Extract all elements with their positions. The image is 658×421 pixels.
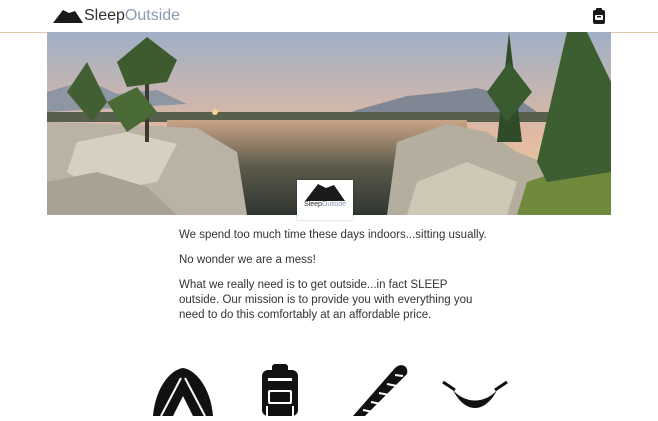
intro-paragraph: No wonder we are a mess! [179,254,316,266]
tent-logo-icon [53,10,83,23]
backpack-cart-icon [593,8,605,24]
cart-icon[interactable] [590,7,608,25]
intro-paragraph: What we really need is to get outside...… [179,279,473,321]
tent-logo-icon [305,184,345,201]
sleeping-bag-icon[interactable] [345,360,411,421]
hero-logo-text: SleepOutside [303,201,347,208]
product-categories [0,360,658,417]
hammock-icon[interactable] [441,360,509,421]
tent-icon[interactable] [151,360,215,421]
site-header: SleepOutside [0,0,658,33]
intro-paragraph: We spend too much time these days indoor… [179,229,487,241]
site-logo[interactable]: SleepOutside [53,6,180,26]
backpack-icon[interactable] [258,360,302,421]
intro-text: We spend too much time these days indoor… [179,228,489,333]
logo-text: SleepOutside [84,7,181,24]
hero-logo-badge: SleepOutside [297,180,353,220]
